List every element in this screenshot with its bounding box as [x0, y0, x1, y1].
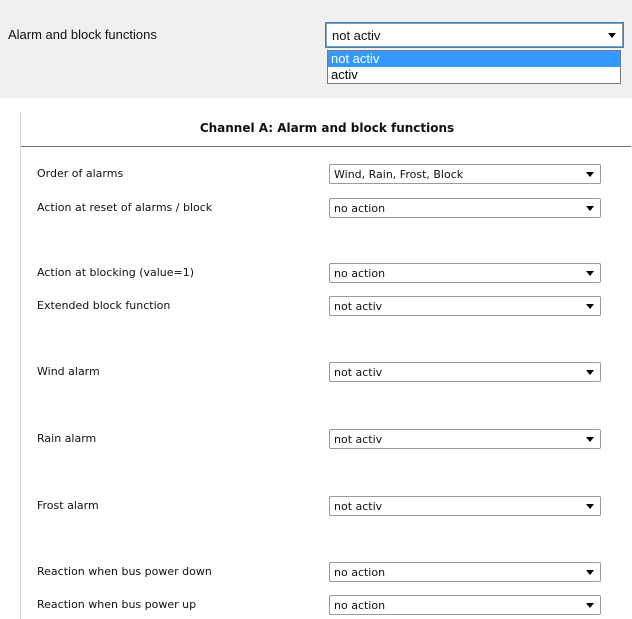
select-value: not activ: [334, 366, 383, 379]
wind-alarm-label: Wind alarm: [37, 365, 100, 378]
frost-alarm-select[interactable]: not activ: [329, 496, 601, 516]
chevron-down-icon: [586, 504, 594, 509]
bus-power-down-label: Reaction when bus power down: [37, 565, 212, 578]
wind-alarm-select[interactable]: not activ: [329, 362, 601, 382]
chevron-down-icon: [586, 172, 594, 177]
select-value: not activ: [334, 500, 383, 513]
chevron-down-icon: [586, 206, 594, 211]
option-not-activ[interactable]: not activ: [328, 51, 620, 67]
frost-alarm-label: Frost alarm: [37, 499, 99, 512]
select-value: Wind, Rain, Frost, Block: [334, 168, 464, 181]
action-at-blocking-label: Action at blocking (value=1): [37, 266, 195, 279]
select-value: not activ: [334, 433, 383, 446]
chevron-down-icon: [586, 570, 594, 575]
order-of-alarms-label: Order of alarms: [37, 167, 124, 180]
option-activ[interactable]: activ: [328, 67, 620, 83]
rain-alarm-label: Rain alarm: [37, 432, 97, 445]
select-value: not activ: [332, 28, 381, 43]
select-value: no action: [334, 599, 386, 612]
chevron-down-icon: [586, 304, 594, 309]
chevron-down-icon: [586, 271, 594, 276]
order-of-alarms-select[interactable]: Wind, Rain, Frost, Block: [329, 164, 601, 184]
select-value: not activ: [334, 300, 383, 313]
channel-a-parameter-panel: Channel A: Alarm and block functions Ord…: [20, 112, 632, 619]
chevron-down-icon: [586, 437, 594, 442]
screenshot-root: Alarm and block functions not activ not …: [0, 0, 632, 619]
alarm-block-functions-label: Alarm and block functions: [8, 27, 157, 42]
select-value: no action: [334, 566, 386, 579]
alarm-block-functions-select[interactable]: not activ: [326, 23, 623, 47]
select-value: no action: [334, 202, 386, 215]
bus-power-down-select[interactable]: no action: [329, 562, 601, 582]
bus-power-up-label: Reaction when bus power up: [37, 598, 197, 611]
title-divider: [21, 146, 631, 147]
action-at-blocking-select[interactable]: no action: [329, 263, 601, 283]
select-value: no action: [334, 267, 386, 280]
rain-alarm-select[interactable]: not activ: [329, 429, 601, 449]
extended-block-function-label: Extended block function: [37, 299, 171, 312]
action-at-reset-label: Action at reset of alarms / block: [37, 201, 213, 214]
bus-power-up-select[interactable]: no action: [329, 595, 601, 615]
alarm-block-functions-listbox: not activ activ: [327, 50, 621, 84]
action-at-reset-select[interactable]: no action: [329, 198, 601, 218]
alarm-block-setting-panel: Alarm and block functions not activ not …: [0, 0, 632, 98]
page-title: Channel A: Alarm and block functions: [199, 121, 455, 135]
chevron-down-icon: [586, 370, 594, 375]
chevron-down-icon: [586, 603, 594, 608]
extended-block-function-select[interactable]: not activ: [329, 296, 601, 316]
chevron-down-icon: [608, 33, 616, 38]
